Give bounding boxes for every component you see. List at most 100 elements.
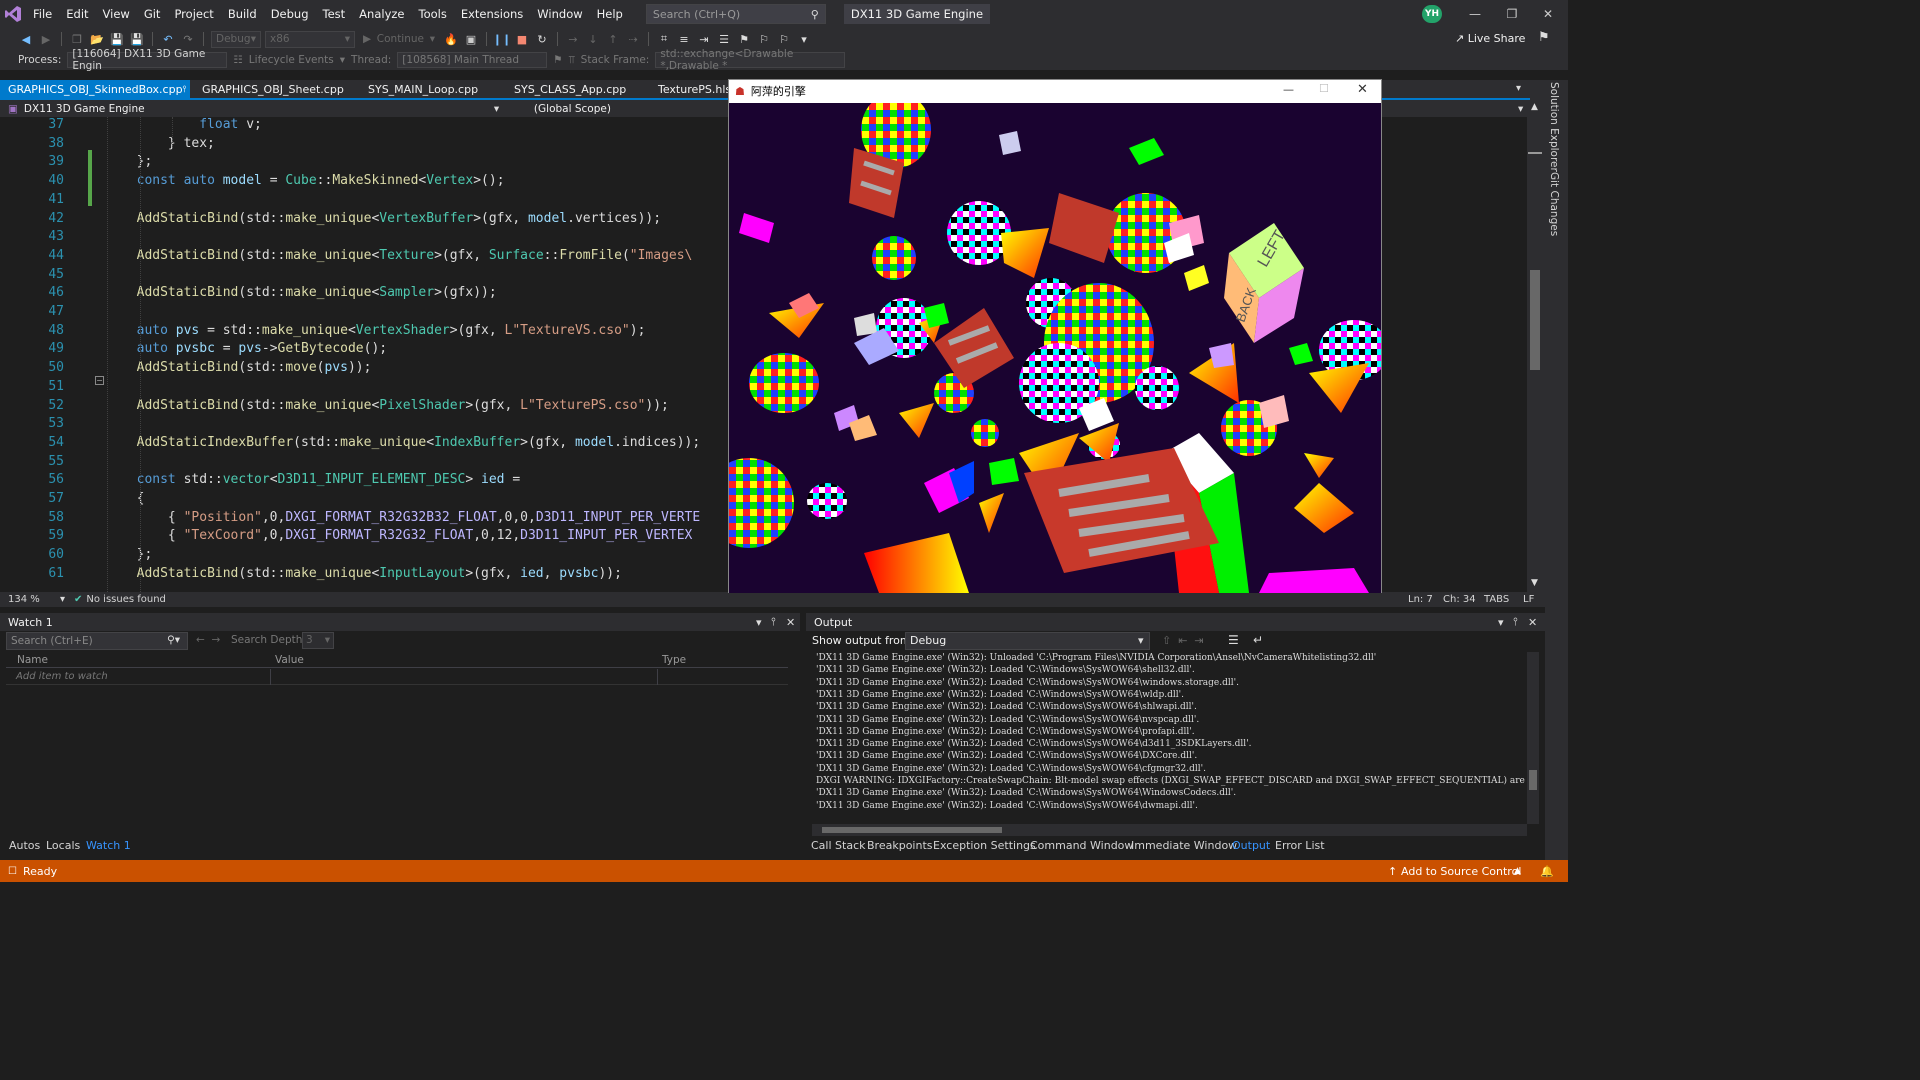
process-select[interactable]: [116064] DX11 3D Game Engin — [67, 48, 228, 72]
show-next-statement-icon[interactable]: ⇢ — [625, 31, 641, 47]
scroll-thumb[interactable] — [822, 827, 1002, 833]
tab-error-list[interactable]: Error List — [1275, 839, 1325, 852]
save-all-icon[interactable]: 💾 — [129, 31, 145, 47]
toolbar-options-icon[interactable]: ▾ — [796, 31, 812, 47]
scope-select[interactable]: (Global Scope) — [534, 103, 611, 115]
clear-all-icon[interactable]: ☰ — [1228, 633, 1239, 647]
indent-mode[interactable]: TABS — [1484, 594, 1509, 605]
tab-output[interactable]: Output — [1232, 839, 1270, 852]
configuration-select[interactable]: Debug ▾ — [211, 30, 261, 48]
hot-reload-icon[interactable]: 🔥 — [443, 31, 459, 47]
step-out-icon[interactable]: ↑ — [605, 31, 621, 47]
column-value[interactable]: Value — [275, 654, 304, 666]
thread-icon[interactable]: ≡ — [676, 31, 692, 47]
platform-select[interactable]: x86 ▾ — [265, 30, 355, 48]
output-vertical-scrollbar[interactable] — [1527, 652, 1539, 824]
search-depth-select[interactable]: 3 ▾ — [302, 632, 334, 649]
find-message-icons[interactable]: ⇧ ⇤ ⇥ — [1162, 634, 1204, 647]
menu-git[interactable]: Git — [137, 0, 168, 28]
stack-frame-select[interactable]: std::exchange<Drawable *,Drawable * — [655, 48, 846, 72]
editor-vertical-scrollbar[interactable]: ▲ ▼ — [1527, 100, 1545, 592]
solution-explorer-tab[interactable]: Solution Explorer — [1548, 82, 1560, 172]
forward-icon[interactable]: ▶ — [38, 31, 54, 47]
hex-display-icon[interactable]: ⌗ — [656, 31, 672, 47]
save-icon[interactable]: 💾 — [109, 31, 125, 47]
new-project-icon[interactable]: ❒ — [69, 31, 85, 47]
search-nav-arrows[interactable]: ← → — [196, 634, 220, 646]
watch-search-input[interactable]: Search (Ctrl+E) ⚲▾ — [6, 632, 188, 650]
scroll-thumb[interactable] — [1530, 270, 1540, 370]
line-ending[interactable]: LF — [1523, 594, 1534, 605]
menu-view[interactable]: View — [96, 0, 137, 28]
tab-exception-settings[interactable]: Exception Settings — [933, 839, 1036, 852]
panel-dropdown-icon[interactable]: ▾ — [756, 616, 762, 629]
column-type[interactable]: Type — [662, 654, 686, 666]
menu-edit[interactable]: Edit — [59, 0, 95, 28]
flag-icon[interactable]: ⚑ — [553, 54, 562, 66]
tab-graphics-obj-skinnedbox-cpp[interactable]: GRAPHICS_OBJ_SkinnedBox.cpp⫯ ✕ — [0, 80, 191, 115]
filter-icon[interactable]: ⫪ — [569, 54, 575, 67]
tab-locals[interactable]: Locals — [46, 839, 80, 852]
search-icon[interactable]: ⚲▾ — [167, 634, 180, 646]
avatar[interactable]: YH — [1422, 5, 1442, 23]
close-icon[interactable]: ✕ — [1528, 616, 1537, 629]
dropdown-icon[interactable]: ▾ — [494, 103, 534, 115]
menu-file[interactable]: File — [26, 0, 59, 28]
zoom-dropdown-icon[interactable]: ▾ — [60, 594, 74, 605]
tab-autos[interactable]: Autos — [9, 839, 40, 852]
output-source-select[interactable]: Debug ▾ — [905, 632, 1150, 650]
add-watch-row[interactable]: Add item to watch — [6, 669, 788, 685]
git-changes-tab[interactable]: Git Changes — [1548, 172, 1560, 236]
scroll-up-icon[interactable]: ▲ — [1531, 102, 1538, 112]
screenshot-icon[interactable]: ▣ — [463, 31, 479, 47]
menu-help[interactable]: Help — [590, 0, 630, 28]
tab-command-window[interactable]: Command Window — [1030, 839, 1133, 852]
indent-icon[interactable]: ⇥ — [696, 31, 712, 47]
close-icon[interactable]: ✕ — [786, 616, 795, 629]
lifecycle-dropdown-icon[interactable]: ▾ — [340, 54, 345, 66]
close-icon[interactable]: ✕ — [1528, 0, 1568, 28]
menu-project[interactable]: Project — [167, 0, 220, 28]
word-wrap-icon[interactable]: ↵ — [1253, 633, 1263, 647]
output-log[interactable]: 'DX11 3D Game Engine.exe' (Win32): Unloa… — [810, 652, 1528, 824]
tab-close-icon[interactable]: ⫯ ✕ — [183, 80, 191, 115]
redo-icon[interactable]: ↷ — [180, 31, 196, 47]
restore-icon[interactable]: ❐ — [1492, 0, 1532, 28]
collapse-icon[interactable]: − — [95, 376, 104, 385]
pin-icon[interactable]: ⫯ — [771, 615, 776, 629]
project-select[interactable]: DX11 3D Game Engine — [24, 103, 494, 115]
panel-dropdown-icon[interactable]: ▾ — [1498, 616, 1504, 629]
menu-extensions[interactable]: Extensions — [454, 0, 530, 28]
step-over-icon[interactable]: → — [565, 31, 581, 47]
tab-watch-1[interactable]: Watch 1 — [86, 839, 131, 852]
close-icon[interactable]: ✕ — [1357, 82, 1368, 97]
restart-icon[interactable]: ↻ — [534, 31, 550, 47]
menu-window[interactable]: Window — [530, 0, 589, 28]
tab-graphics-obj-sheet-cpp[interactable]: GRAPHICS_OBJ_Sheet.cpp — [194, 80, 356, 100]
tab-sys-class-app-cpp[interactable]: SYS_CLASS_App.cpp — [506, 80, 646, 100]
lifecycle-events-button[interactable]: Lifecycle Events — [249, 54, 334, 66]
scroll-thumb[interactable] — [1529, 770, 1537, 790]
step-into-icon[interactable]: ↓ — [585, 31, 601, 47]
pause-icon[interactable]: ❙❙ — [493, 31, 511, 47]
continue-button[interactable]: ▶ Continue ▾ — [359, 31, 439, 48]
caret-up-icon[interactable]: ▲ — [1514, 866, 1521, 876]
tab-call-stack[interactable]: Call Stack — [811, 839, 865, 852]
minimize-icon[interactable]: — — [1455, 0, 1495, 28]
bookmark-next-icon[interactable]: ⚐ — [776, 31, 792, 47]
pin-icon[interactable]: ⫯ — [1513, 615, 1518, 629]
stop-icon[interactable]: ■ — [514, 31, 530, 47]
undo-icon[interactable]: ↶ — [160, 31, 176, 47]
search-input[interactable]: Search (Ctrl+Q) ⚲ — [645, 4, 826, 24]
feedback-icon[interactable]: ⚑ — [1538, 30, 1550, 45]
output-horizontal-scrollbar[interactable] — [812, 824, 1527, 836]
back-icon[interactable]: ◀ — [18, 31, 34, 47]
issues-status[interactable]: No issues found — [86, 594, 166, 605]
add-to-source-control-button[interactable]: Add to Source Control — [1401, 865, 1521, 878]
notifications-icon[interactable]: 🔔 — [1540, 865, 1554, 878]
tab-list-dropdown-icon[interactable]: ▾ — [1516, 83, 1521, 94]
menu-debug[interactable]: Debug — [264, 0, 316, 28]
comment-icon[interactable]: ☰ — [716, 31, 732, 47]
menu-build[interactable]: Build — [221, 0, 264, 28]
live-share-button[interactable]: ↗ Live Share — [1455, 32, 1525, 45]
